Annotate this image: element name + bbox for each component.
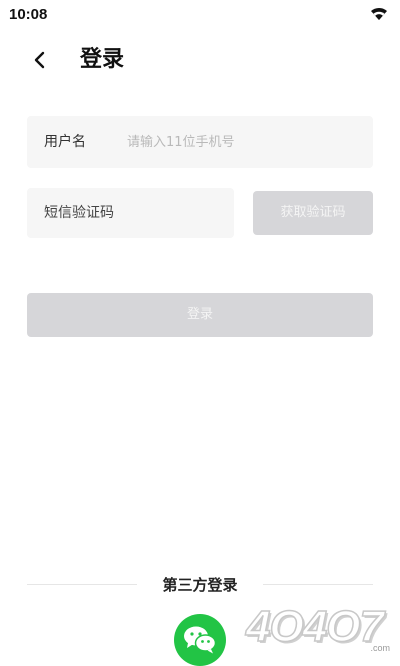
sms-code-field[interactable] [27, 188, 234, 238]
status-bar: 10:08 [0, 0, 400, 30]
status-time: 10:08 [9, 6, 48, 23]
watermark-sub: .com [370, 643, 390, 653]
chevron-left-icon [34, 51, 45, 69]
page-title: 登录 [80, 47, 125, 72]
back-button[interactable] [26, 46, 54, 74]
login-button[interactable]: 登录 [27, 293, 373, 337]
divider-line-right [263, 584, 373, 585]
watermark-logo: 4O4O7 .com [240, 600, 400, 661]
watermark-text: 4O4O7 [245, 601, 384, 652]
third-party-divider: 第三方登录 [27, 570, 373, 598]
get-code-button[interactable]: 获取验证码 [253, 191, 373, 235]
header: 登录 [0, 40, 400, 80]
username-field[interactable]: 用户名 [27, 116, 373, 168]
wifi-icon [370, 6, 388, 20]
wechat-login-button[interactable] [174, 614, 226, 666]
wechat-icon [184, 626, 217, 654]
sms-code-input[interactable] [44, 188, 224, 238]
username-label: 用户名 [44, 134, 86, 150]
username-input[interactable] [127, 116, 357, 168]
